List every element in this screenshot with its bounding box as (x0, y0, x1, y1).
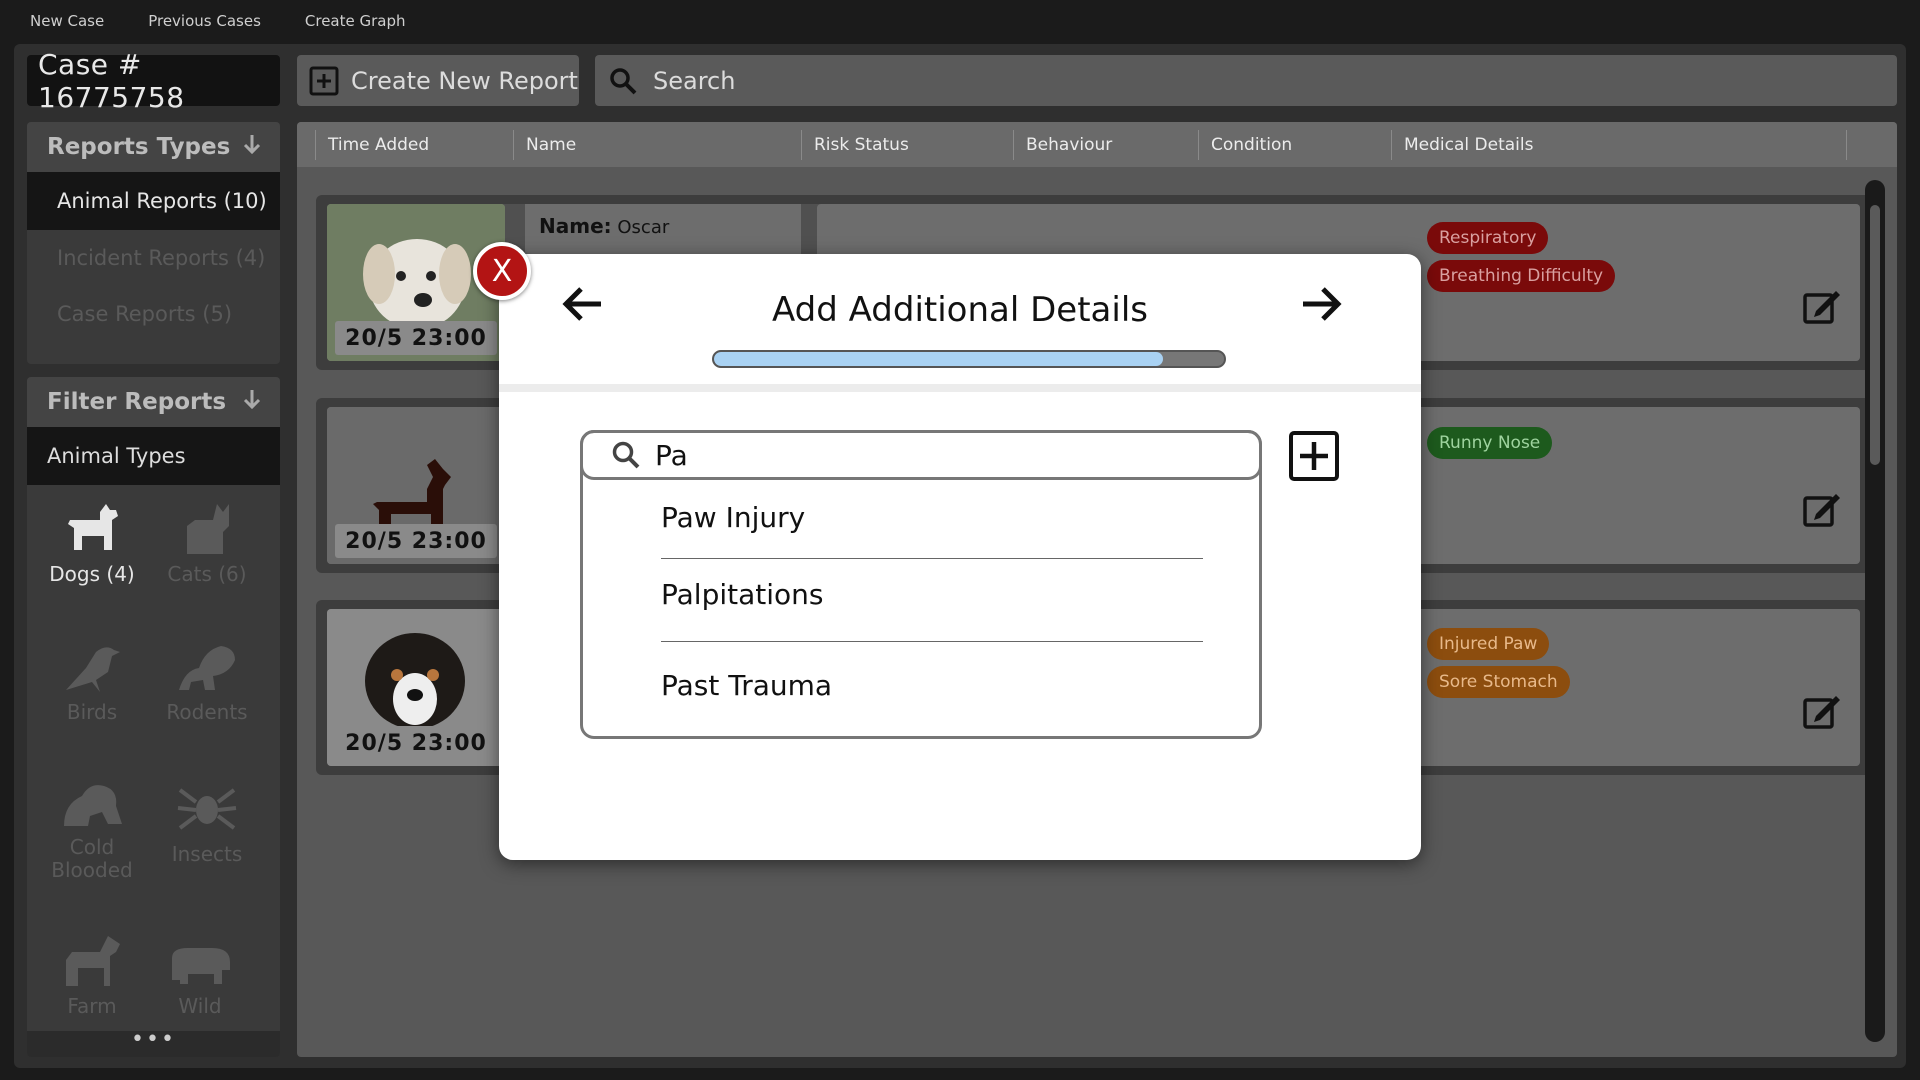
filter-cats[interactable]: Cats (6) (142, 500, 272, 586)
search-icon (612, 441, 640, 469)
medical-tag: Sore Stomach (1427, 666, 1570, 698)
more-dots[interactable]: ••• (27, 1029, 280, 1057)
dogs-label: Dogs (49, 562, 101, 586)
filter-birds[interactable]: Birds (27, 640, 157, 724)
filter-title: Filter Reports (47, 389, 227, 415)
col-medical-details[interactable]: Medical Details (1392, 129, 1847, 160)
filter-dogs[interactable]: Dogs (4) (27, 500, 157, 586)
arrow-down-icon (242, 388, 262, 416)
dropdown-option[interactable]: Paw Injury (661, 501, 1203, 534)
filter-panel: Filter Reports Animal Types Dogs (4) Cat… (27, 377, 280, 1057)
cat-icon (187, 504, 229, 554)
edit-icon[interactable] (1802, 692, 1842, 730)
dogs-count: (4) (106, 562, 135, 586)
modal-header: Add Additional Details (499, 254, 1421, 392)
col-condition[interactable]: Condition (1199, 129, 1392, 160)
name-label: Name: (539, 214, 612, 238)
edit-icon[interactable] (1802, 287, 1842, 325)
plus-square-icon (309, 66, 339, 95)
add-details-modal: Add Additional Details Pa Paw Injury Pal… (499, 254, 1421, 860)
details-search-input[interactable]: Pa (580, 430, 1262, 480)
table-header: Time Added Name Risk Status Behaviour Co… (297, 122, 1897, 167)
time-added: 20/5 23:00 (335, 321, 497, 355)
spider-icon (177, 788, 237, 830)
rodent-icon (179, 646, 235, 690)
frog-icon (64, 785, 122, 826)
medical-tag: Injured Paw (1427, 628, 1550, 660)
cats-count: (6) (218, 562, 247, 586)
hippo-icon (172, 948, 230, 984)
details-search-value: Pa (655, 438, 688, 472)
menu-new-case[interactable]: New Case (30, 12, 104, 30)
report-type-animal[interactable]: Animal Reports (10) (27, 172, 280, 230)
edit-icon[interactable] (1802, 490, 1842, 528)
filter-rodents[interactable]: Rodents (142, 640, 272, 724)
report-types-header[interactable]: Reports Types (27, 122, 280, 172)
report-type-case[interactable]: Case Reports (5) (27, 286, 280, 342)
create-new-report-button[interactable]: Create New Report (297, 55, 579, 106)
arrow-down-icon (242, 133, 262, 161)
menu-previous-cases[interactable]: Previous Cases (148, 12, 261, 30)
bird-icon (66, 647, 120, 692)
animal-photo: 20/5 23:00 (327, 407, 505, 564)
time-added: 20/5 23:00 (335, 524, 497, 558)
progress-fill (714, 352, 1163, 366)
insects-label: Insects (171, 842, 243, 866)
filter-header[interactable]: Filter Reports (27, 377, 280, 427)
scrollbar[interactable] (1865, 180, 1885, 1042)
dropdown-option[interactable]: Past Trauma (661, 669, 1203, 702)
farm-label: Farm (67, 994, 117, 1018)
col-time-added[interactable]: Time Added (315, 129, 514, 160)
dog-icon (68, 504, 118, 550)
medical-tag: Runny Nose (1427, 427, 1553, 459)
col-name[interactable]: Name (514, 129, 802, 160)
top-menu: New Case Previous Cases Create Graph (0, 0, 1920, 42)
progress-bar (712, 350, 1226, 368)
rodents-label: Rodents (166, 700, 248, 724)
animal-types-label: Animal Types (27, 427, 280, 485)
report-type-incident[interactable]: Incident Reports (4) (27, 230, 280, 286)
animal-photo: 20/5 23:00 (327, 609, 505, 766)
col-risk-status[interactable]: Risk Status (802, 129, 1014, 160)
case-number: Case # 16775758 (27, 48, 280, 114)
modal-title: Add Additional Details (772, 290, 1148, 330)
search-placeholder: Search (653, 66, 736, 95)
add-detail-button[interactable] (1288, 430, 1340, 482)
menu-create-graph[interactable]: Create Graph (305, 12, 406, 30)
wild-label: Wild (178, 994, 222, 1018)
details-dropdown: Pa Paw Injury Palpitations Past Trauma (580, 430, 1262, 739)
medical-tag: Respiratory (1427, 222, 1549, 254)
cats-label: Cats (167, 562, 212, 586)
medical-tag: Breathing Difficulty (1427, 260, 1616, 292)
create-new-report-label: Create New Report (351, 66, 578, 95)
birds-label: Birds (66, 700, 118, 724)
search-input[interactable]: Search (595, 55, 1897, 106)
dropdown-option[interactable]: Palpitations (661, 578, 1203, 611)
col-behaviour[interactable]: Behaviour (1014, 129, 1199, 160)
animal-name: Oscar (617, 217, 670, 238)
report-types-panel: Reports Types Animal Reports (10) Incide… (27, 122, 280, 364)
cold-blooded-label-2: Blooded (51, 858, 133, 882)
time-added: 20/5 23:00 (335, 726, 497, 760)
forward-arrow-icon[interactable] (1299, 284, 1343, 324)
scrollbar-thumb[interactable] (1870, 205, 1880, 465)
horse-icon (66, 936, 120, 986)
search-icon (610, 67, 637, 94)
divider (661, 641, 1203, 642)
filter-insects[interactable]: Insects (142, 780, 272, 866)
filter-cold-blooded[interactable]: Cold Blooded (27, 780, 157, 882)
close-modal-button[interactable]: X (473, 242, 531, 300)
divider (661, 558, 1203, 559)
filter-wild[interactable]: Wild (135, 940, 265, 1018)
report-types-title: Reports Types (47, 134, 231, 160)
cold-blooded-label-1: Cold (69, 835, 115, 859)
